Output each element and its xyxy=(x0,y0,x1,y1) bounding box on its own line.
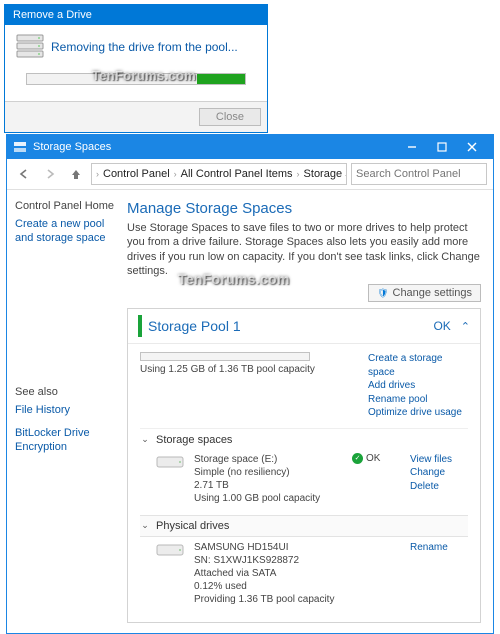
storage-space-row: Storage space (E:) Simple (no resiliency… xyxy=(140,449,468,513)
section-label: Storage spaces xyxy=(156,434,232,446)
up-button[interactable] xyxy=(65,163,87,185)
shield-icon: 🛡 xyxy=(377,288,388,299)
pool-usage-bar xyxy=(140,352,310,361)
delete-link[interactable]: Delete xyxy=(410,480,468,494)
chevron-right-icon: › xyxy=(174,169,177,179)
physical-drive-row: SAMSUNG HD154UI SN: S1XWJ1KS928872 Attac… xyxy=(140,537,468,614)
storage-spaces-window: Storage Spaces › Control Panel › All Con… xyxy=(6,134,494,634)
view-files-link[interactable]: View files xyxy=(410,453,468,467)
chevron-right-icon: › xyxy=(297,169,300,179)
dialog-title: Remove a Drive xyxy=(13,9,92,21)
drive-icon xyxy=(156,541,184,606)
progress-bar xyxy=(26,73,246,85)
search-input[interactable] xyxy=(356,168,482,180)
bitlocker-link[interactable]: BitLocker Drive Encryption xyxy=(15,427,115,455)
back-button[interactable] xyxy=(13,163,35,185)
drive-icon xyxy=(156,453,184,505)
chevron-right-icon: › xyxy=(96,169,99,179)
storage-pool-panel: Storage Pool 1 OK ⌃ Using 1.25 GB of 1.3… xyxy=(127,308,481,623)
sidebar: Control Panel Home Create a new pool and… xyxy=(7,190,123,633)
minimize-button[interactable] xyxy=(397,136,427,158)
window-titlebar[interactable]: Storage Spaces xyxy=(7,135,493,159)
control-panel-home-link[interactable]: Control Panel Home xyxy=(15,200,115,212)
pool-status-bar xyxy=(138,315,142,337)
page-description: Use Storage Spaces to save files to two … xyxy=(127,221,481,278)
create-pool-link[interactable]: Create a new pool and storage space xyxy=(15,218,115,246)
chevron-up-icon[interactable]: ⌃ xyxy=(461,320,470,333)
chevron-down-icon: ⌄ xyxy=(140,520,150,531)
rename-drive-link[interactable]: Rename xyxy=(410,541,468,555)
create-space-link[interactable]: Create a storage space xyxy=(368,352,468,379)
window-title: Storage Spaces xyxy=(33,141,391,153)
pool-status: OK xyxy=(433,319,450,333)
toolbar: › Control Panel › All Control Panel Item… xyxy=(7,159,493,190)
search-box[interactable] xyxy=(351,163,487,185)
pool-name: Storage Pool 1 xyxy=(148,318,427,334)
main-content: Manage Storage Spaces Use Storage Spaces… xyxy=(123,190,493,633)
see-also-label: See also xyxy=(15,386,115,398)
maximize-button[interactable] xyxy=(427,136,457,158)
dialog-message: Removing the drive from the pool... xyxy=(51,40,238,54)
window-icon xyxy=(13,141,27,153)
section-physical-drives[interactable]: ⌄ Physical drives xyxy=(140,515,468,537)
section-storage-spaces[interactable]: ⌄ Storage spaces xyxy=(140,428,468,449)
physical-drive-info: SAMSUNG HD154UI SN: S1XWJ1KS928872 Attac… xyxy=(194,541,342,606)
remove-drive-dialog: Remove a Drive Removing the drive from t… xyxy=(4,4,268,133)
breadcrumb-seg[interactable]: All Control Panel Items xyxy=(181,168,293,180)
change-link[interactable]: Change xyxy=(410,466,468,480)
page-heading: Manage Storage Spaces xyxy=(127,200,481,217)
close-window-button[interactable] xyxy=(457,136,487,158)
pool-usage-text: Using 1.25 GB of 1.36 TB pool capacity xyxy=(140,364,356,375)
section-label: Physical drives xyxy=(156,520,229,532)
add-drives-link[interactable]: Add drives xyxy=(368,379,468,393)
change-settings-button[interactable]: 🛡 Change settings xyxy=(368,284,481,302)
storage-space-info: Storage space (E:) Simple (no resiliency… xyxy=(194,453,342,505)
chevron-down-icon: ⌄ xyxy=(140,434,150,445)
storage-space-status: ✓ OK xyxy=(352,453,400,505)
rename-pool-link[interactable]: Rename pool xyxy=(368,393,468,407)
breadcrumb-seg[interactable]: Control Panel xyxy=(103,168,170,180)
file-history-link[interactable]: File History xyxy=(15,404,115,418)
close-button[interactable]: Close xyxy=(199,108,261,126)
breadcrumb[interactable]: › Control Panel › All Control Panel Item… xyxy=(91,163,347,185)
drive-stack-icon xyxy=(15,33,45,61)
pool-header[interactable]: Storage Pool 1 OK ⌃ xyxy=(128,309,480,344)
change-settings-label: Change settings xyxy=(393,287,473,299)
forward-button[interactable] xyxy=(39,163,61,185)
optimize-link[interactable]: Optimize drive usage xyxy=(368,406,468,420)
dialog-titlebar[interactable]: Remove a Drive xyxy=(5,5,267,25)
check-icon: ✓ xyxy=(352,453,363,464)
breadcrumb-seg[interactable]: Storage Spaces xyxy=(304,168,347,180)
